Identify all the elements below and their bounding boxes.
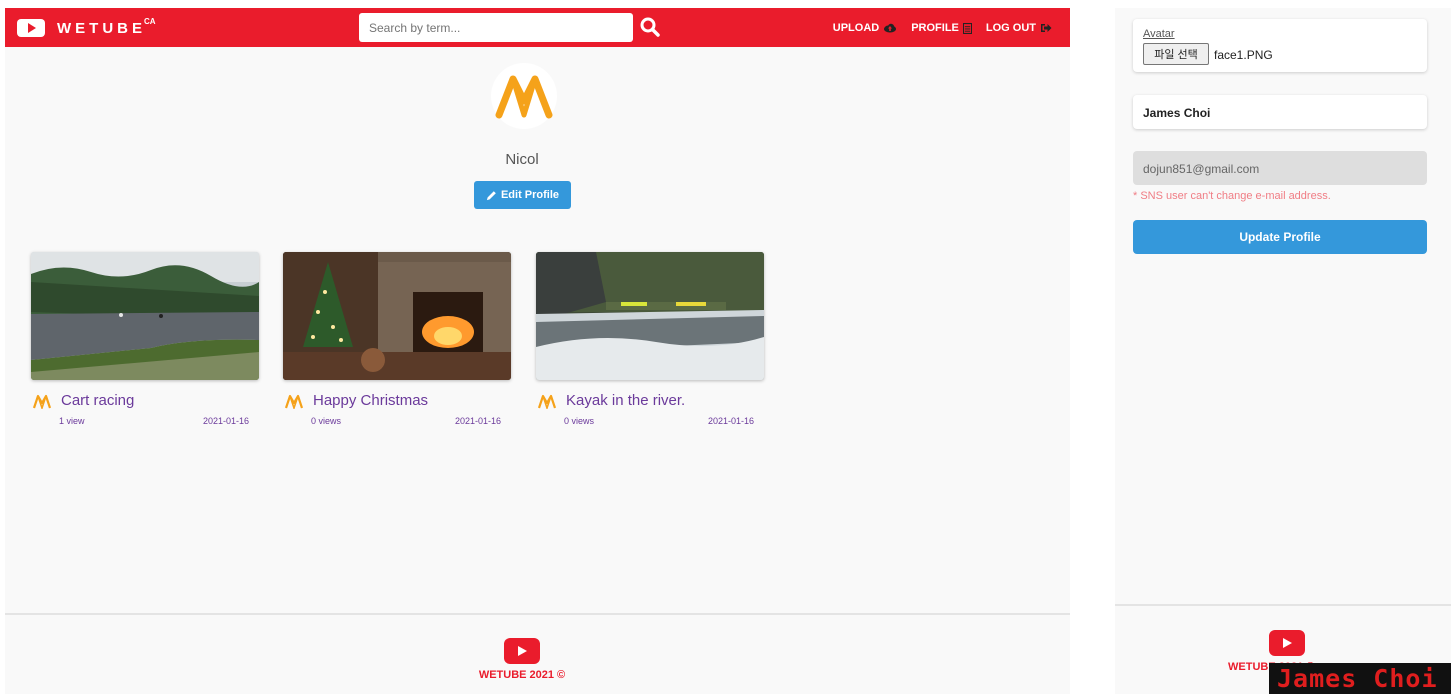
video-card[interactable]: Cart racing 1 view 2021-01-16: [31, 252, 259, 426]
video-date: 2021-01-16: [202, 416, 249, 426]
video-title[interactable]: Cart racing: [61, 392, 134, 409]
edit-profile-button[interactable]: Edit Profile: [474, 181, 571, 209]
nav-logout[interactable]: LOG OUT: [986, 22, 1052, 34]
video-title[interactable]: Kayak in the river.: [566, 392, 685, 409]
avatar-label: Avatar: [1143, 28, 1175, 40]
avatar: [491, 63, 557, 129]
brand-logo[interactable]: WETUBE CA: [17, 16, 156, 37]
header-bar: WETUBE CA UPLOAD PROFILE: [5, 8, 1070, 47]
mountain-logo-icon: [33, 394, 51, 409]
brand-superscript: CA: [144, 16, 156, 26]
footer-divider: [1115, 604, 1451, 606]
id-card-icon: [962, 22, 972, 34]
mountain-logo-icon: [285, 394, 303, 409]
email-note: * SNS user can't change e-mail address.: [1133, 190, 1331, 202]
edit-profile-label: Edit Profile: [500, 189, 560, 201]
nav-profile[interactable]: PROFILE: [911, 22, 972, 34]
video-views: 0 views: [564, 416, 595, 426]
file-select-button[interactable]: 파일 선택: [1143, 43, 1209, 65]
nav-upload-label: UPLOAD: [832, 22, 880, 34]
footer-copyright: WETUBE 2021 ©: [478, 669, 566, 681]
play-logo-icon: [17, 19, 45, 37]
pencil-icon: [486, 190, 496, 200]
update-profile-button[interactable]: Update Profile: [1133, 220, 1427, 254]
video-thumbnail[interactable]: [536, 252, 764, 380]
footer-play-logo-icon: [1269, 630, 1305, 656]
video-card[interactable]: Kayak in the river. 0 views 2021-01-16: [536, 252, 764, 426]
nav-profile-label: PROFILE: [911, 22, 959, 34]
mountain-logo-icon: [538, 394, 556, 409]
name-input-value: James Choi: [1143, 106, 1211, 120]
search-input[interactable]: [359, 13, 633, 42]
footer-divider: [5, 613, 1070, 615]
profile-username: Nicol: [505, 151, 539, 168]
name-input[interactable]: James Choi: [1133, 95, 1427, 129]
video-views: 0 views: [311, 416, 342, 426]
brand-name: WETUBE: [57, 19, 146, 37]
main-nav: UPLOAD PROFILE LOG OUT: [833, 22, 1052, 34]
cloud-upload-icon: [884, 23, 897, 33]
nav-upload[interactable]: UPLOAD: [833, 22, 897, 34]
video-date: 2021-01-16: [707, 416, 754, 426]
avatar-upload-field: Avatar 파일 선택 face1.PNG: [1133, 19, 1427, 72]
footer-play-logo-icon: [504, 638, 540, 664]
selected-file-name: face1.PNG: [1214, 48, 1273, 62]
video-title[interactable]: Happy Christmas: [313, 392, 428, 409]
nav-logout-label: LOG OUT: [985, 22, 1036, 34]
video-thumbnail[interactable]: [31, 252, 259, 380]
video-views: 1 view: [59, 416, 85, 426]
name-overlay-banner: James Choi: [1269, 663, 1451, 694]
edit-profile-page: Avatar 파일 선택 face1.PNG James Choi dojun8…: [1115, 8, 1451, 694]
email-input-value: dojun851@gmail.com: [1143, 162, 1260, 176]
sign-out-icon: [1041, 24, 1052, 32]
profile-page: WETUBE CA UPLOAD PROFILE: [5, 8, 1070, 694]
video-card[interactable]: Happy Christmas 0 views 2021-01-16: [283, 252, 511, 426]
search-icon[interactable]: [639, 16, 661, 38]
email-input: dojun851@gmail.com: [1133, 151, 1427, 185]
mountain-logo-icon: [495, 75, 553, 119]
video-thumbnail[interactable]: [283, 252, 511, 380]
video-date: 2021-01-16: [454, 416, 501, 426]
